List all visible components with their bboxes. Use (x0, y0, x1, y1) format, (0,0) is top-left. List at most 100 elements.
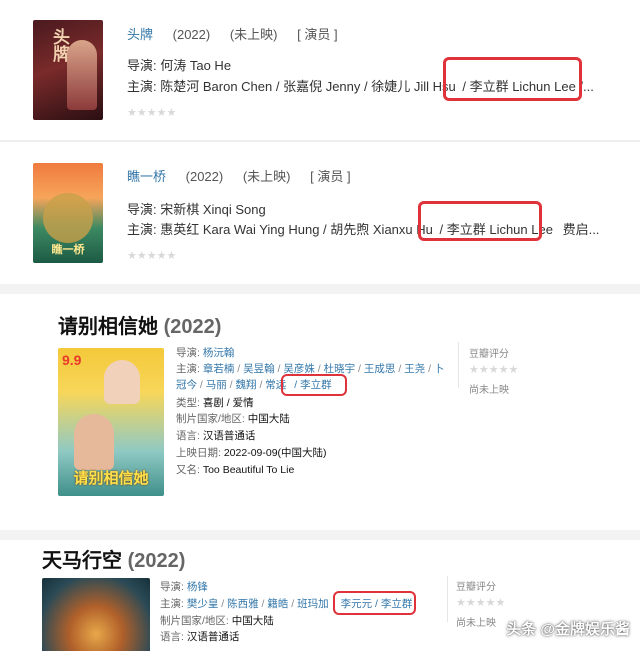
director-row: 导演: 宋新棋 Xinqi Song (127, 199, 266, 218)
rating-stars: ★★★★★ (456, 597, 506, 609)
movie-role: [ 演员 ] (297, 27, 338, 42)
director-name[interactable]: 宋新棋 Xinqi Song (160, 202, 266, 217)
cast-label: 主演: (176, 363, 200, 375)
genre-value: 喜剧 / 爱情 (202, 397, 254, 409)
rating-divider (458, 342, 459, 388)
movie-year: (2022) (127, 550, 186, 572)
release-date-value: 2022-09-09(中国大陆) (223, 447, 327, 459)
movie-card-2: 瞧一桥 瞧一桥 (2022) (未上映) [ 演员 ] 导演: 宋新棋 Xinq… (0, 142, 640, 284)
rating-divider (447, 576, 448, 622)
movie-year: (2022) (163, 316, 222, 338)
language-label: 语言: (160, 631, 184, 643)
region-value: 中国大陆 (231, 615, 274, 627)
rating-status: 尚未上映 (456, 618, 496, 629)
movie-title-link[interactable]: 瞧一桥 (127, 169, 166, 184)
rating-stars: ★★★★★ (469, 364, 519, 376)
cast-link[interactable]: 章若楠 (203, 363, 235, 375)
movie-status: (未上映) (242, 169, 291, 184)
cast-label: 主演: (160, 598, 184, 610)
cast-link[interactable]: 卜 (434, 363, 445, 375)
cast-link[interactable]: 马丽 (206, 379, 227, 391)
language-label: 语言: (176, 430, 200, 442)
movie-title[interactable]: 天马行空 (42, 550, 122, 572)
aka-label: 又名: (176, 464, 200, 476)
movie-poster[interactable]: 瞧一桥 (33, 163, 103, 263)
genre-label: 类型: (176, 397, 200, 409)
poster-date: 9.9 (62, 352, 82, 368)
director-name[interactable]: 何涛 Tao He (160, 58, 231, 73)
cast-link[interactable]: 吴昱翰 (243, 363, 275, 375)
genre-row: 类型: 喜剧 / 爱情 (176, 395, 254, 411)
poster-title: 请别相信她 (73, 470, 149, 487)
movie-title-row: 瞧一桥 (2022) (未上映) [ 演员 ] (127, 166, 351, 185)
region-row: 制片国家/地区: 中国大陆 (160, 613, 274, 629)
cast-link[interactable]: 班玛加 (297, 598, 329, 610)
aka-row: 又名: Too Beautiful To Lie (176, 462, 294, 478)
movie-poster[interactable] (42, 578, 150, 651)
cast-label: 主演: (127, 79, 157, 94)
rating-stars: ★★★★★ (127, 107, 177, 119)
poster-figure (74, 414, 114, 470)
movie-status: (未上映) (229, 27, 278, 42)
director-label: 导演: (127, 58, 157, 73)
movie-title-row: 头牌 (2022) (未上映) [ 演员 ] (127, 24, 338, 43)
director-row: 导演: 杨锋 (160, 579, 208, 595)
director-row: 导演: 何涛 Tao He (127, 55, 231, 74)
cast-label: 主演: (127, 222, 157, 237)
director-link[interactable]: 杨沅翰 (203, 347, 235, 359)
divider (0, 530, 640, 540)
cast-link[interactable]: 王尧 (404, 363, 425, 375)
language-value: 汉语普通话 (186, 631, 240, 643)
poster-title: 头牌 (49, 28, 69, 62)
poster-figure (43, 193, 93, 243)
language-row: 语言: 汉语普通话 (160, 629, 239, 645)
cast-more[interactable]: 费启... (563, 222, 600, 237)
release-date-row: 上映日期: 2022-09-09(中国大陆) (176, 445, 327, 461)
movie-card-1: 头牌 头牌 (2022) (未上映) [ 演员 ] 导演: 何涛 Tao He … (0, 0, 640, 140)
cast-link[interactable]: 冠今 (176, 379, 197, 391)
release-date-label: 上映日期: (176, 447, 221, 459)
rating-stars: ★★★★★ (127, 250, 177, 262)
language-value: 汉语普通话 (202, 430, 256, 442)
movie-heading: 天马行空 (2022) (42, 544, 185, 573)
movie-year: (2022) (172, 27, 211, 42)
rating-title: 豆瓣评分 (469, 349, 509, 360)
poster-title: 瞧一桥 (51, 244, 85, 256)
watermark: 头条 @金牌娱乐酱 (506, 621, 630, 638)
cast-link[interactable]: 王成思 (364, 363, 396, 375)
movie-heading: 请别相信她 (2022) (58, 310, 221, 339)
movie-role: [ 演员 ] (310, 169, 351, 184)
director-label: 导演: (160, 581, 184, 593)
cast-link[interactable]: 籍皓 (267, 598, 288, 610)
highlight-box (443, 57, 582, 101)
cast-link[interactable]: 陈西雅 (227, 598, 259, 610)
movie-poster[interactable]: 9.9 请别相信她 (58, 348, 164, 496)
rating-title: 豆瓣评分 (456, 582, 496, 593)
movie-title[interactable]: 请别相信她 (58, 316, 158, 338)
movie-card-3: 请别相信她 (2022) 9.9 请别相信她 导演: 杨沅翰 主演: 章若楠 /… (0, 294, 640, 530)
poster-figure (104, 360, 140, 404)
cast-link[interactable]: 魏翔 (236, 379, 257, 391)
cast-list[interactable]: 陈楚河 Baron Chen / 张嘉倪 Jenny / 徐婕儿 Jill Hs… (160, 79, 455, 94)
language-row: 语言: 汉语普通话 (176, 428, 255, 444)
highlight-box (281, 374, 347, 396)
director-link[interactable]: 杨锋 (187, 581, 208, 593)
region-label: 制片国家/地区: (176, 413, 245, 425)
region-label: 制片国家/地区: (160, 615, 229, 627)
divider (0, 284, 640, 294)
highlight-box (333, 591, 416, 615)
director-row: 导演: 杨沅翰 (176, 345, 234, 361)
highlight-box (418, 201, 542, 241)
cast-list[interactable]: 惠英红 Kara Wai Ying Hung / 胡先煦 Xianxu Hu (160, 222, 433, 237)
cast-link[interactable]: 樊少皇 (187, 598, 219, 610)
movie-year: (2022) (185, 169, 224, 184)
region-value: 中国大陆 (247, 413, 290, 425)
director-label: 导演: (176, 347, 200, 359)
director-label: 导演: (127, 202, 157, 217)
movie-title-link[interactable]: 头牌 (127, 27, 153, 42)
region-row: 制片国家/地区: 中国大陆 (176, 411, 290, 427)
poster-figure (67, 40, 97, 110)
movie-poster[interactable]: 头牌 (33, 20, 103, 120)
aka-value: Too Beautiful To Lie (202, 464, 295, 476)
rating-status: 尚未上映 (469, 385, 509, 396)
